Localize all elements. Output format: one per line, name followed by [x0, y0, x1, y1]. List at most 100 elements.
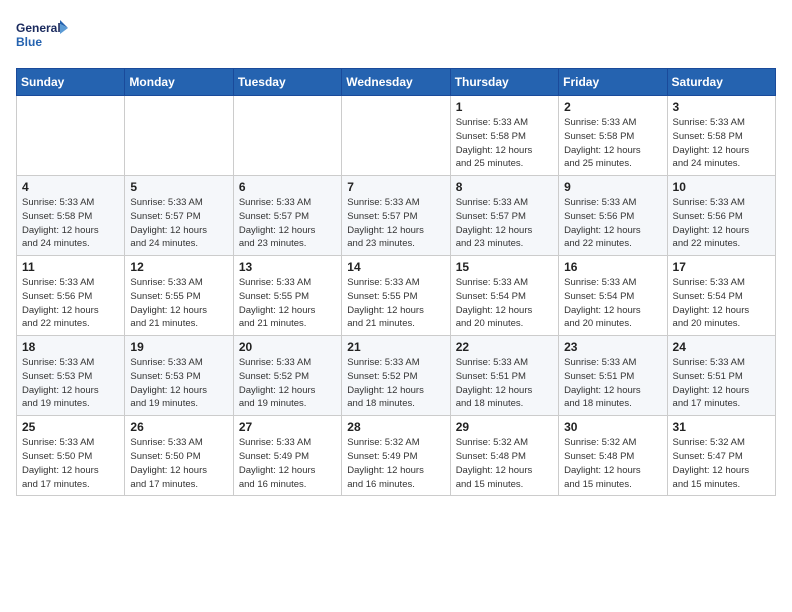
calendar-table: SundayMondayTuesdayWednesdayThursdayFrid… [16, 68, 776, 496]
day-info: Sunrise: 5:33 AM Sunset: 5:58 PM Dayligh… [673, 116, 770, 171]
day-number: 30 [564, 420, 661, 434]
calendar-cell: 11 Sunrise: 5:33 AM Sunset: 5:56 PM Dayli… [17, 256, 125, 336]
day-info: Sunrise: 5:33 AM Sunset: 5:50 PM Dayligh… [130, 436, 227, 491]
calendar-cell [125, 96, 233, 176]
day-info: Sunrise: 5:32 AM Sunset: 5:49 PM Dayligh… [347, 436, 444, 491]
day-info: Sunrise: 5:32 AM Sunset: 5:47 PM Dayligh… [673, 436, 770, 491]
calendar-cell: 18 Sunrise: 5:33 AM Sunset: 5:53 PM Dayli… [17, 336, 125, 416]
day-info: Sunrise: 5:33 AM Sunset: 5:58 PM Dayligh… [22, 196, 119, 251]
day-info: Sunrise: 5:33 AM Sunset: 5:53 PM Dayligh… [130, 356, 227, 411]
calendar-cell: 13Sunrise: 5:33 AM Sunset: 5:55 PM Dayli… [233, 256, 341, 336]
day-number: 22 [456, 340, 553, 354]
calendar-cell: 8 Sunrise: 5:33 AM Sunset: 5:57 PM Daylig… [450, 176, 558, 256]
day-number: 11 [22, 260, 119, 274]
calendar-cell: 9Sunrise: 5:33 AM Sunset: 5:56 PM Daylig… [559, 176, 667, 256]
logo-svg: General Blue [16, 16, 68, 58]
day-info: Sunrise: 5:33 AM Sunset: 5:52 PM Dayligh… [347, 356, 444, 411]
calendar-cell: 19 Sunrise: 5:33 AM Sunset: 5:53 PM Dayli… [125, 336, 233, 416]
day-info: Sunrise: 5:33 AM Sunset: 5:56 PM Dayligh… [564, 196, 661, 251]
day-number: 4 [22, 180, 119, 194]
calendar-cell: 27 Sunrise: 5:33 AM Sunset: 5:49 PM Dayli… [233, 416, 341, 496]
calendar-cell [17, 96, 125, 176]
day-info: Sunrise: 5:33 AM Sunset: 5:57 PM Dayligh… [456, 196, 553, 251]
calendar-cell: 1 Sunrise: 5:33 AM Sunset: 5:58 PM Daylig… [450, 96, 558, 176]
day-info: Sunrise: 5:33 AM Sunset: 5:54 PM Dayligh… [564, 276, 661, 331]
day-number: 8 [456, 180, 553, 194]
day-number: 27 [239, 420, 336, 434]
calendar-cell: 26 Sunrise: 5:33 AM Sunset: 5:50 PM Dayli… [125, 416, 233, 496]
day-info: Sunrise: 5:33 AM Sunset: 5:58 PM Dayligh… [456, 116, 553, 171]
calendar-cell: 3 Sunrise: 5:33 AM Sunset: 5:58 PM Daylig… [667, 96, 775, 176]
day-info: Sunrise: 5:33 AM Sunset: 5:56 PM Dayligh… [673, 196, 770, 251]
day-info: Sunrise: 5:32 AM Sunset: 5:48 PM Dayligh… [564, 436, 661, 491]
day-number: 20 [239, 340, 336, 354]
calendar-cell: 4 Sunrise: 5:33 AM Sunset: 5:58 PM Daylig… [17, 176, 125, 256]
page-header: General Blue [16, 16, 776, 58]
day-number: 23 [564, 340, 661, 354]
day-info: Sunrise: 5:32 AM Sunset: 5:48 PM Dayligh… [456, 436, 553, 491]
day-number: 29 [456, 420, 553, 434]
day-number: 1 [456, 100, 553, 114]
day-of-week-header: Tuesday [233, 69, 341, 96]
day-of-week-header: Monday [125, 69, 233, 96]
day-number: 25 [22, 420, 119, 434]
calendar-cell: 23 Sunrise: 5:33 AM Sunset: 5:51 PM Dayli… [559, 336, 667, 416]
day-of-week-header: Friday [559, 69, 667, 96]
day-number: 3 [673, 100, 770, 114]
calendar-week-row: 4 Sunrise: 5:33 AM Sunset: 5:58 PM Daylig… [17, 176, 776, 256]
day-info: Sunrise: 5:33 AM Sunset: 5:53 PM Dayligh… [22, 356, 119, 411]
calendar-cell: 6Sunrise: 5:33 AM Sunset: 5:57 PM Daylig… [233, 176, 341, 256]
day-number: 18 [22, 340, 119, 354]
calendar-week-row: 25 Sunrise: 5:33 AM Sunset: 5:50 PM Dayli… [17, 416, 776, 496]
calendar-cell: 28Sunrise: 5:32 AM Sunset: 5:49 PM Dayli… [342, 416, 450, 496]
day-number: 17 [673, 260, 770, 274]
day-of-week-header: Saturday [667, 69, 775, 96]
calendar-cell: 20 Sunrise: 5:33 AM Sunset: 5:52 PM Dayli… [233, 336, 341, 416]
calendar-cell: 14Sunrise: 5:33 AM Sunset: 5:55 PM Dayli… [342, 256, 450, 336]
day-of-week-header: Wednesday [342, 69, 450, 96]
day-info: Sunrise: 5:33 AM Sunset: 5:51 PM Dayligh… [673, 356, 770, 411]
calendar-header-row: SundayMondayTuesdayWednesdayThursdayFrid… [17, 69, 776, 96]
day-number: 2 [564, 100, 661, 114]
day-number: 19 [130, 340, 227, 354]
day-info: Sunrise: 5:33 AM Sunset: 5:52 PM Dayligh… [239, 356, 336, 411]
day-number: 16 [564, 260, 661, 274]
day-number: 15 [456, 260, 553, 274]
day-number: 14 [347, 260, 444, 274]
day-info: Sunrise: 5:33 AM Sunset: 5:51 PM Dayligh… [456, 356, 553, 411]
day-number: 10 [673, 180, 770, 194]
day-number: 26 [130, 420, 227, 434]
calendar-week-row: 11 Sunrise: 5:33 AM Sunset: 5:56 PM Dayli… [17, 256, 776, 336]
calendar-cell: 15 Sunrise: 5:33 AM Sunset: 5:54 PM Dayli… [450, 256, 558, 336]
calendar-cell: 25 Sunrise: 5:33 AM Sunset: 5:50 PM Dayli… [17, 416, 125, 496]
day-info: Sunrise: 5:33 AM Sunset: 5:58 PM Dayligh… [564, 116, 661, 171]
day-info: Sunrise: 5:33 AM Sunset: 5:51 PM Dayligh… [564, 356, 661, 411]
svg-text:Blue: Blue [16, 35, 42, 49]
day-info: Sunrise: 5:33 AM Sunset: 5:57 PM Dayligh… [347, 196, 444, 251]
day-info: Sunrise: 5:33 AM Sunset: 5:49 PM Dayligh… [239, 436, 336, 491]
day-number: 31 [673, 420, 770, 434]
day-number: 7 [347, 180, 444, 194]
day-of-week-header: Thursday [450, 69, 558, 96]
svg-text:General: General [16, 21, 61, 35]
calendar-week-row: 18 Sunrise: 5:33 AM Sunset: 5:53 PM Dayli… [17, 336, 776, 416]
day-number: 21 [347, 340, 444, 354]
calendar-cell: 2 Sunrise: 5:33 AM Sunset: 5:58 PM Daylig… [559, 96, 667, 176]
calendar-cell: 17 Sunrise: 5:33 AM Sunset: 5:54 PM Dayli… [667, 256, 775, 336]
day-info: Sunrise: 5:33 AM Sunset: 5:54 PM Dayligh… [456, 276, 553, 331]
calendar-cell: 30 Sunrise: 5:32 AM Sunset: 5:48 PM Dayli… [559, 416, 667, 496]
calendar-cell: 31 Sunrise: 5:32 AM Sunset: 5:47 PM Dayli… [667, 416, 775, 496]
calendar-cell [233, 96, 341, 176]
day-info: Sunrise: 5:33 AM Sunset: 5:56 PM Dayligh… [22, 276, 119, 331]
calendar-cell: 22 Sunrise: 5:33 AM Sunset: 5:51 PM Dayli… [450, 336, 558, 416]
calendar-cell [342, 96, 450, 176]
day-info: Sunrise: 5:33 AM Sunset: 5:54 PM Dayligh… [673, 276, 770, 331]
calendar-cell: 7 Sunrise: 5:33 AM Sunset: 5:57 PM Daylig… [342, 176, 450, 256]
day-number: 24 [673, 340, 770, 354]
day-number: 12 [130, 260, 227, 274]
calendar-cell: 5Sunrise: 5:33 AM Sunset: 5:57 PM Daylig… [125, 176, 233, 256]
calendar-cell: 24 Sunrise: 5:33 AM Sunset: 5:51 PM Dayli… [667, 336, 775, 416]
day-info: Sunrise: 5:33 AM Sunset: 5:50 PM Dayligh… [22, 436, 119, 491]
logo: General Blue [16, 16, 68, 58]
day-info: Sunrise: 5:33 AM Sunset: 5:57 PM Dayligh… [239, 196, 336, 251]
